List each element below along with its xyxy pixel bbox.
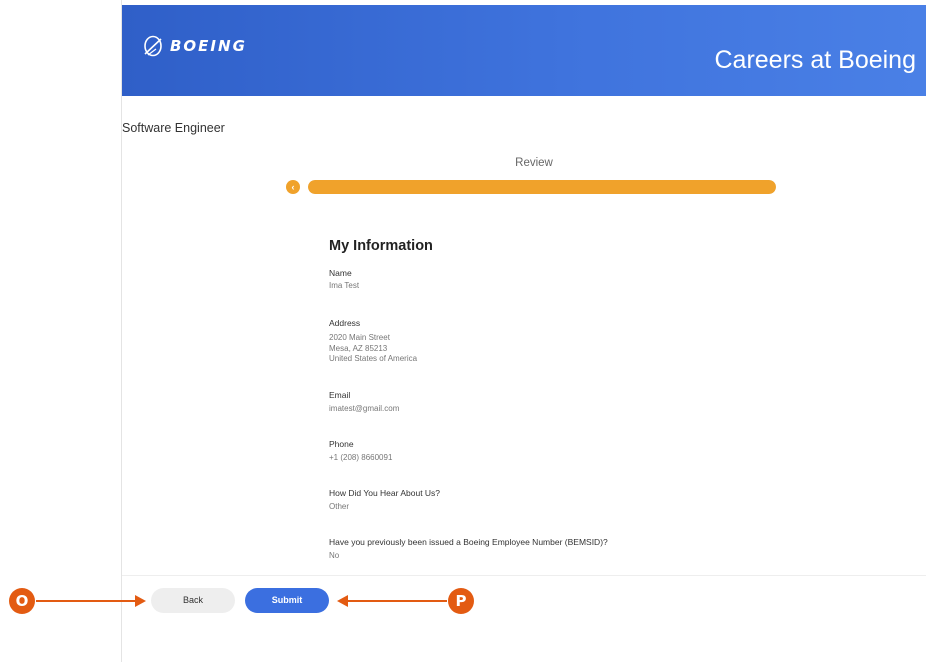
progress-bar-fill — [308, 180, 776, 194]
callout-o: O — [9, 588, 35, 614]
step-label: Review — [515, 157, 553, 169]
callout-p: P — [448, 588, 474, 614]
footer-divider — [122, 575, 926, 576]
job-title: Software Engineer — [122, 121, 225, 135]
chevron-left-icon: ‹ — [291, 182, 295, 192]
address-line: 2020 Main Street — [329, 333, 390, 342]
back-button[interactable]: Back — [151, 588, 235, 613]
hear-about-value: Other — [329, 502, 350, 511]
address-line: United States of America — [329, 354, 418, 363]
address-line: Mesa, AZ 85213 — [329, 343, 388, 353]
email-value: imatest@gmail.com — [329, 404, 400, 413]
header-banner: BOEING Careers at Boeing — [122, 5, 926, 96]
address-value: 2020 Main Street Mesa, AZ 85213 United S… — [329, 333, 417, 365]
name-label: Name — [329, 268, 352, 278]
arrow-icon — [337, 595, 447, 607]
boeing-logo[interactable]: BOEING — [142, 31, 247, 61]
hear-about-label: How Did You Hear About Us? — [329, 488, 441, 498]
name-value: Ima Test — [329, 281, 360, 290]
phone-value: +1 (208) 8660091 — [329, 453, 393, 462]
phone-label: Phone — [329, 439, 354, 449]
address-label: Address — [329, 318, 361, 328]
bemsid-label: Have you previously been issued a Boeing… — [329, 537, 608, 547]
bemsid-value: No — [329, 551, 340, 560]
page-title: Careers at Boeing — [714, 46, 916, 74]
submit-button[interactable]: Submit — [245, 588, 329, 613]
logo-wordmark: BOEING — [170, 37, 247, 55]
previous-step-button[interactable]: ‹ — [286, 180, 300, 194]
boeing-logo-icon — [144, 35, 162, 57]
page-left-border — [121, 0, 122, 662]
section-title: My Information — [329, 238, 433, 254]
email-label: Email — [329, 390, 351, 400]
arrow-icon — [36, 595, 146, 607]
progress-bar — [308, 180, 776, 194]
